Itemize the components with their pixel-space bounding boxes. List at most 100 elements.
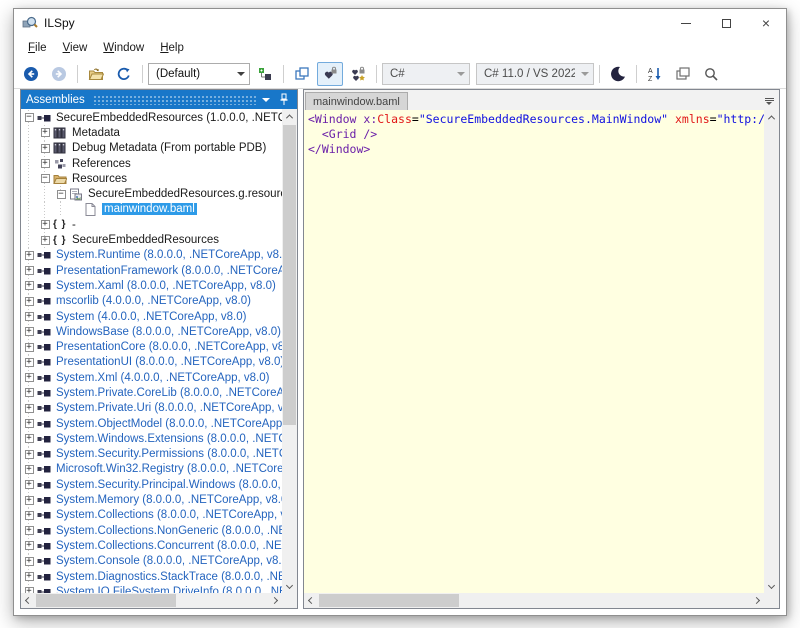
tree-item[interactable]: +Metadata: [21, 125, 282, 140]
menu-help[interactable]: Help: [152, 39, 192, 57]
editor-horizontal-scrollbar[interactable]: [304, 593, 764, 608]
expander-toggle[interactable]: +: [41, 220, 50, 229]
scroll-left-arrow[interactable]: [21, 593, 36, 608]
assembly-list-select[interactable]: (Default): [148, 63, 250, 85]
expander-toggle[interactable]: +: [25, 496, 34, 505]
language-select[interactable]: C#: [382, 63, 470, 85]
menu-window[interactable]: Window: [95, 39, 152, 57]
tree-item[interactable]: +System.ObjectModel (8.0.0.0, .NETCoreAp…: [21, 416, 282, 431]
menu-file[interactable]: File: [20, 39, 55, 57]
expander-toggle[interactable]: +: [25, 266, 34, 275]
tree-item[interactable]: +PresentationFramework (8.0.0.0, .NETCor…: [21, 263, 282, 278]
scroll-up-arrow[interactable]: [282, 109, 297, 124]
expander-toggle[interactable]: +: [25, 404, 34, 413]
scroll-left-arrow[interactable]: [304, 593, 319, 608]
expander-toggle[interactable]: +: [25, 465, 34, 474]
back-button[interactable]: [18, 62, 44, 86]
code-editor[interactable]: <Window x:Class="SecureEmbeddedResources…: [304, 110, 764, 593]
tree-item[interactable]: +System.Diagnostics.StackTrace (8.0.0.0,…: [21, 569, 282, 584]
tree-item[interactable]: +System.Xaml (8.0.0.0, .NETCoreApp, v8.0…: [21, 278, 282, 293]
panel-pin-button[interactable]: [276, 92, 292, 108]
tab-mainwindow-baml[interactable]: mainwindow.baml: [305, 92, 408, 110]
tree-item[interactable]: +{ }-: [21, 217, 282, 232]
tree-item[interactable]: +System.Runtime (8.0.0.0, .NETCoreApp, v…: [21, 248, 282, 263]
forward-button[interactable]: [46, 62, 72, 86]
document-list-button[interactable]: [759, 92, 779, 110]
expander-toggle[interactable]: +: [25, 388, 34, 397]
scroll-down-arrow[interactable]: [764, 578, 779, 593]
tree-item[interactable]: +References: [21, 156, 282, 171]
tree-item[interactable]: +System.Xml (4.0.0.0, .NETCoreApp, v8.0): [21, 370, 282, 385]
assemblies-panel-header[interactable]: Assemblies: [21, 90, 297, 109]
tree-horizontal-scrollbar[interactable]: [21, 593, 282, 608]
sort-assemblies-button[interactable]: AZ: [642, 62, 668, 86]
expander-toggle[interactable]: +: [25, 281, 34, 290]
tree-item[interactable]: +{ }SecureEmbeddedResources: [21, 232, 282, 247]
tree-vertical-scrollbar[interactable]: [282, 109, 297, 593]
tree-item[interactable]: +System.IO.FileSystem.DriveInfo (8.0.0.0…: [21, 584, 282, 593]
expander-toggle[interactable]: +: [25, 511, 34, 520]
scroll-up-arrow[interactable]: [764, 110, 779, 125]
tree-item[interactable]: +System.Private.CoreLib (8.0.0.0, .NETCo…: [21, 385, 282, 400]
scroll-right-arrow[interactable]: [749, 593, 764, 608]
tree-item[interactable]: −Resources: [21, 171, 282, 186]
show-public-only-toggle[interactable]: [317, 62, 343, 86]
expander-toggle[interactable]: −: [25, 113, 34, 122]
manage-assembly-lists-button[interactable]: [252, 62, 278, 86]
scroll-down-arrow[interactable]: [282, 578, 297, 593]
tree-item[interactable]: +System.Console (8.0.0.0, .NETCoreApp, v…: [21, 554, 282, 569]
expander-toggle[interactable]: +: [25, 297, 34, 306]
tree-item[interactable]: +Microsoft.Win32.Registry (8.0.0.0, .NET…: [21, 462, 282, 477]
expander-toggle[interactable]: +: [25, 450, 34, 459]
expander-toggle[interactable]: +: [41, 144, 50, 153]
refresh-button[interactable]: [111, 62, 137, 86]
tree-item[interactable]: +System.Memory (8.0.0.0, .NETCoreApp, v8…: [21, 492, 282, 507]
expander-toggle[interactable]: +: [25, 419, 34, 428]
tree-item[interactable]: +Debug Metadata (From portable PDB): [21, 141, 282, 156]
expander-toggle[interactable]: +: [25, 541, 34, 550]
expander-toggle[interactable]: +: [25, 373, 34, 382]
expander-toggle[interactable]: +: [25, 358, 34, 367]
expander-toggle[interactable]: +: [41, 236, 50, 245]
tree-item[interactable]: +System (4.0.0.0, .NETCoreApp, v8.0): [21, 309, 282, 324]
tree-item[interactable]: +PresentationCore (8.0.0.0, .NETCoreApp,…: [21, 339, 282, 354]
expander-toggle[interactable]: −: [57, 190, 66, 199]
theme-toggle-button[interactable]: [605, 62, 631, 86]
minimize-button[interactable]: [666, 9, 706, 37]
maximize-button[interactable]: [706, 9, 746, 37]
tree-vscroll-thumb[interactable]: [283, 125, 296, 425]
expander-toggle[interactable]: +: [25, 572, 34, 581]
expander-toggle[interactable]: +: [25, 480, 34, 489]
expander-toggle[interactable]: +: [25, 526, 34, 535]
tree-item[interactable]: +System.Collections (8.0.0.0, .NETCoreAp…: [21, 508, 282, 523]
scroll-right-arrow[interactable]: [267, 593, 282, 608]
search-button[interactable]: [698, 62, 724, 86]
new-tab-button[interactable]: [670, 62, 696, 86]
expander-toggle[interactable]: +: [25, 557, 34, 566]
panel-drag-grip[interactable]: [93, 95, 256, 105]
expander-toggle[interactable]: +: [41, 159, 50, 168]
show-internal-types-button[interactable]: [289, 62, 315, 86]
expander-toggle[interactable]: +: [25, 327, 34, 336]
tree-item[interactable]: −SecureEmbeddedResources (1.0.0.0, .NETC…: [21, 110, 282, 125]
tree-item[interactable]: +System.Collections.NonGeneric (8.0.0.0,…: [21, 523, 282, 538]
show-all-members-button[interactable]: [345, 62, 371, 86]
tree-item[interactable]: +System.Collections.Concurrent (8.0.0.0,…: [21, 538, 282, 553]
title-bar[interactable]: ILSpy ×: [14, 9, 786, 37]
close-button[interactable]: ×: [746, 9, 786, 37]
menu-view[interactable]: View: [55, 39, 96, 57]
expander-toggle[interactable]: +: [25, 312, 34, 321]
tree-item[interactable]: +mscorlib (4.0.0.0, .NETCoreApp, v8.0): [21, 294, 282, 309]
tree-item[interactable]: +System.Security.Principal.Windows (8.0.…: [21, 477, 282, 492]
tree-item[interactable]: −SecureEmbeddedResources.g.resources: [21, 186, 282, 201]
open-file-button[interactable]: [83, 62, 109, 86]
expander-toggle[interactable]: +: [25, 251, 34, 260]
expander-toggle[interactable]: +: [25, 343, 34, 352]
expander-toggle[interactable]: +: [41, 128, 50, 137]
panel-menu-button[interactable]: [258, 92, 274, 108]
tree-item[interactable]: +System.Security.Permissions (8.0.0.0, .…: [21, 447, 282, 462]
expander-toggle[interactable]: +: [25, 434, 34, 443]
tree-item[interactable]: +System.Private.Uri (8.0.0.0, .NETCoreAp…: [21, 401, 282, 416]
editor-hscroll-thumb[interactable]: [319, 594, 459, 607]
language-version-select[interactable]: C# 11.0 / VS 2022: [476, 63, 594, 85]
